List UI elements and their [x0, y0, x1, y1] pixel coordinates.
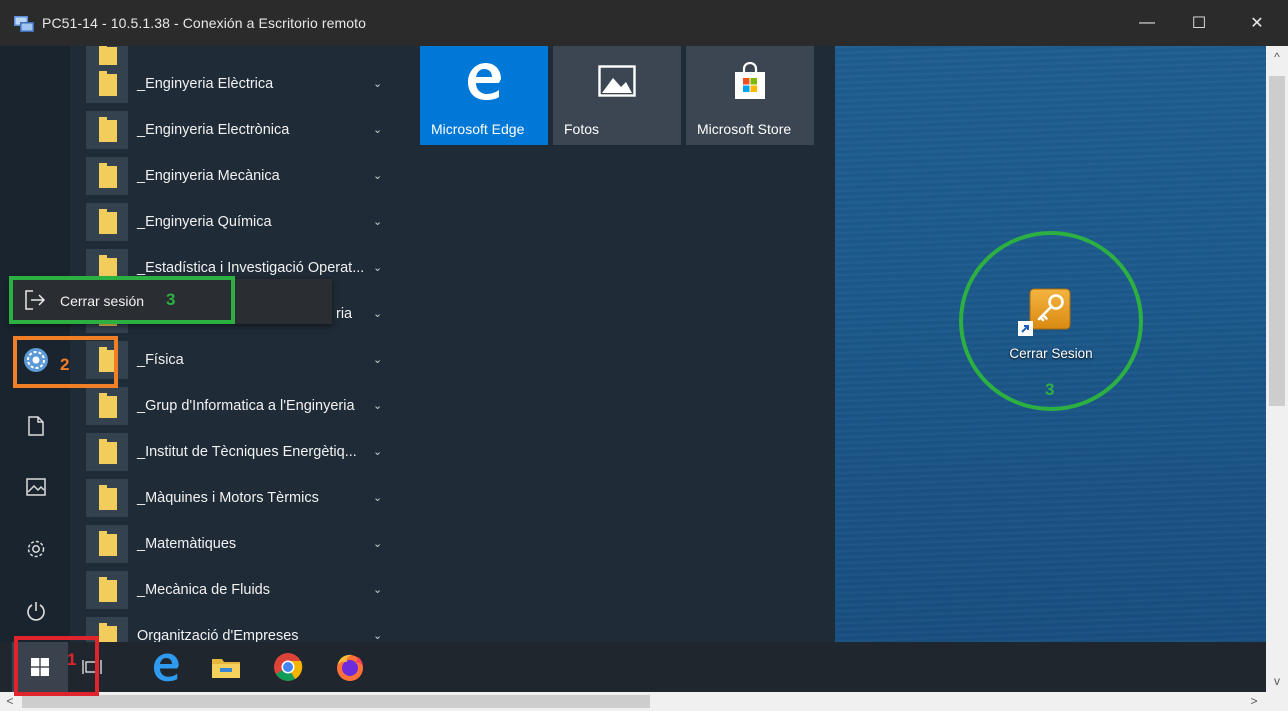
minimize-button[interactable]: —: [1118, 0, 1176, 46]
app-list-label: _Enginyeria Elèctrica: [137, 76, 274, 92]
taskbar-firefox[interactable]: [324, 642, 376, 692]
app-list-label: _Mecànica de Fluids: [137, 582, 270, 598]
store-icon: [686, 58, 814, 104]
taskbar-edge[interactable]: [140, 642, 192, 692]
folder-icon: [86, 111, 128, 149]
app-list-label: _Enginyeria Electrònica: [137, 122, 290, 138]
chevron-down-icon: ⌄: [373, 78, 383, 90]
vertical-scroll-thumb[interactable]: [1269, 76, 1285, 406]
scroll-right-arrow[interactable]: >: [1244, 692, 1264, 711]
firefox-icon: [337, 654, 363, 681]
app-list-label: _Enginyeria Química: [137, 214, 272, 230]
folder-icon: [86, 571, 128, 609]
app-list-item[interactable]: _Física ⌄: [86, 337, 406, 383]
chevron-down-icon: ⌄: [373, 492, 383, 504]
chevron-down-icon: ⌄: [373, 446, 383, 458]
close-button[interactable]: ✕: [1228, 0, 1286, 46]
vertical-scrollbar[interactable]: ^ v: [1266, 46, 1288, 692]
settings-gear-icon[interactable]: [16, 529, 56, 569]
folder-icon: [86, 387, 128, 425]
start-menu: _Enginyeria Elèctrica ⌄ _Enginyeria Elec…: [0, 46, 835, 655]
taskbar-file-explorer[interactable]: [200, 642, 252, 692]
scroll-down-arrow[interactable]: v: [1266, 670, 1288, 692]
app-list-label: ria: [336, 306, 353, 322]
annotation-number-3-popup: 3: [166, 290, 176, 309]
tile-fotos[interactable]: Fotos: [553, 46, 681, 145]
app-list-item[interactable]: _Enginyeria Química ⌄: [86, 199, 406, 245]
window-titlebar: PC51-14 - 10.5.1.38 - Conexión a Escrito…: [0, 0, 1288, 46]
taskbar: [0, 642, 1266, 692]
window-title: PC51-14 - 10.5.1.38 - Conexión a Escrito…: [42, 15, 367, 31]
annotation-box-green: [9, 276, 235, 324]
annotation-number-1: 1: [67, 650, 77, 669]
chevron-down-icon: ⌄: [373, 538, 383, 550]
tile-label: Microsoft Store: [697, 121, 792, 137]
tile-microsoft-edge[interactable]: Microsoft Edge: [420, 46, 548, 145]
photos-icon: [553, 58, 681, 104]
folder-icon: [86, 157, 128, 195]
app-list-item[interactable]: _Matemàtiques ⌄: [86, 521, 406, 567]
annotation-number-2: 2: [60, 355, 70, 374]
remote-session: Cerrar Sesion 3 _Enginyeria Elèctrica ⌄ …: [0, 46, 1266, 692]
app-list-label: _Grup d'Informatica a l'Enginyeria: [137, 398, 355, 414]
folder-icon: [86, 65, 128, 103]
chevron-down-icon: ⌄: [373, 400, 383, 412]
app-list-label: _Màquines i Motors Tèrmics: [137, 490, 319, 506]
folder-icon: [86, 525, 128, 563]
chevron-down-icon: ⌄: [373, 124, 383, 136]
app-list-item[interactable]: _Mecànica de Fluids ⌄: [86, 567, 406, 613]
app-list-item[interactable]: _Màquines i Motors Tèrmics ⌄: [86, 475, 406, 521]
annotation-number-3-desktop: 3: [1045, 380, 1055, 399]
taskbar-chrome[interactable]: [262, 642, 314, 692]
folder-icon: [212, 659, 240, 678]
chevron-down-icon: ⌄: [373, 216, 383, 228]
horizontal-scroll-thumb[interactable]: [22, 695, 650, 708]
folder-icon: [86, 203, 128, 241]
maximize-button[interactable]: ☐: [1170, 0, 1228, 46]
chevron-down-icon: ⌄: [373, 170, 383, 182]
pictures-icon[interactable]: [16, 467, 56, 507]
chrome-icon: [274, 653, 303, 681]
app-list-label: _Institut de Tècniques Energètiq...: [137, 444, 357, 460]
tile-label: Fotos: [564, 121, 600, 137]
app-list-item[interactable]: _Grup d'Informatica a l'Enginyeria ⌄: [86, 383, 406, 429]
app-list-item[interactable]: _Institut de Tècniques Energètiq... ⌄: [86, 429, 406, 475]
chevron-down-icon: ⌄: [373, 584, 383, 596]
app-list-label: _Enginyeria Mecànica: [137, 168, 280, 184]
chevron-down-icon: ⌄: [373, 308, 383, 320]
chevron-down-icon: ⌄: [373, 262, 383, 274]
chevron-down-icon: ⌄: [373, 354, 383, 366]
edge-icon: [154, 653, 179, 682]
tile-microsoft-store[interactable]: Microsoft Store: [686, 46, 814, 145]
app-list-label: _Matemàtiques: [137, 536, 237, 552]
tile-label: Microsoft Edge: [431, 121, 525, 137]
app-list-item[interactable]: _Enginyeria Electrònica ⌄: [86, 107, 406, 153]
app-list-item[interactable]: _Enginyeria Elèctrica ⌄: [86, 61, 406, 107]
horizontal-scrollbar[interactable]: < >: [0, 692, 1288, 711]
documents-icon[interactable]: [16, 406, 56, 446]
folder-icon: [86, 433, 128, 471]
scroll-up-arrow[interactable]: ^: [1266, 46, 1288, 68]
power-icon[interactable]: [16, 591, 56, 631]
annotation-box-red: [14, 636, 99, 696]
app-list-item[interactable]: _Enginyeria Mecànica ⌄: [86, 153, 406, 199]
folder-icon: [86, 479, 128, 517]
app-list-label: _Física: [137, 352, 184, 368]
remote-desktop-icon: [14, 16, 34, 32]
edge-icon: [420, 58, 548, 104]
